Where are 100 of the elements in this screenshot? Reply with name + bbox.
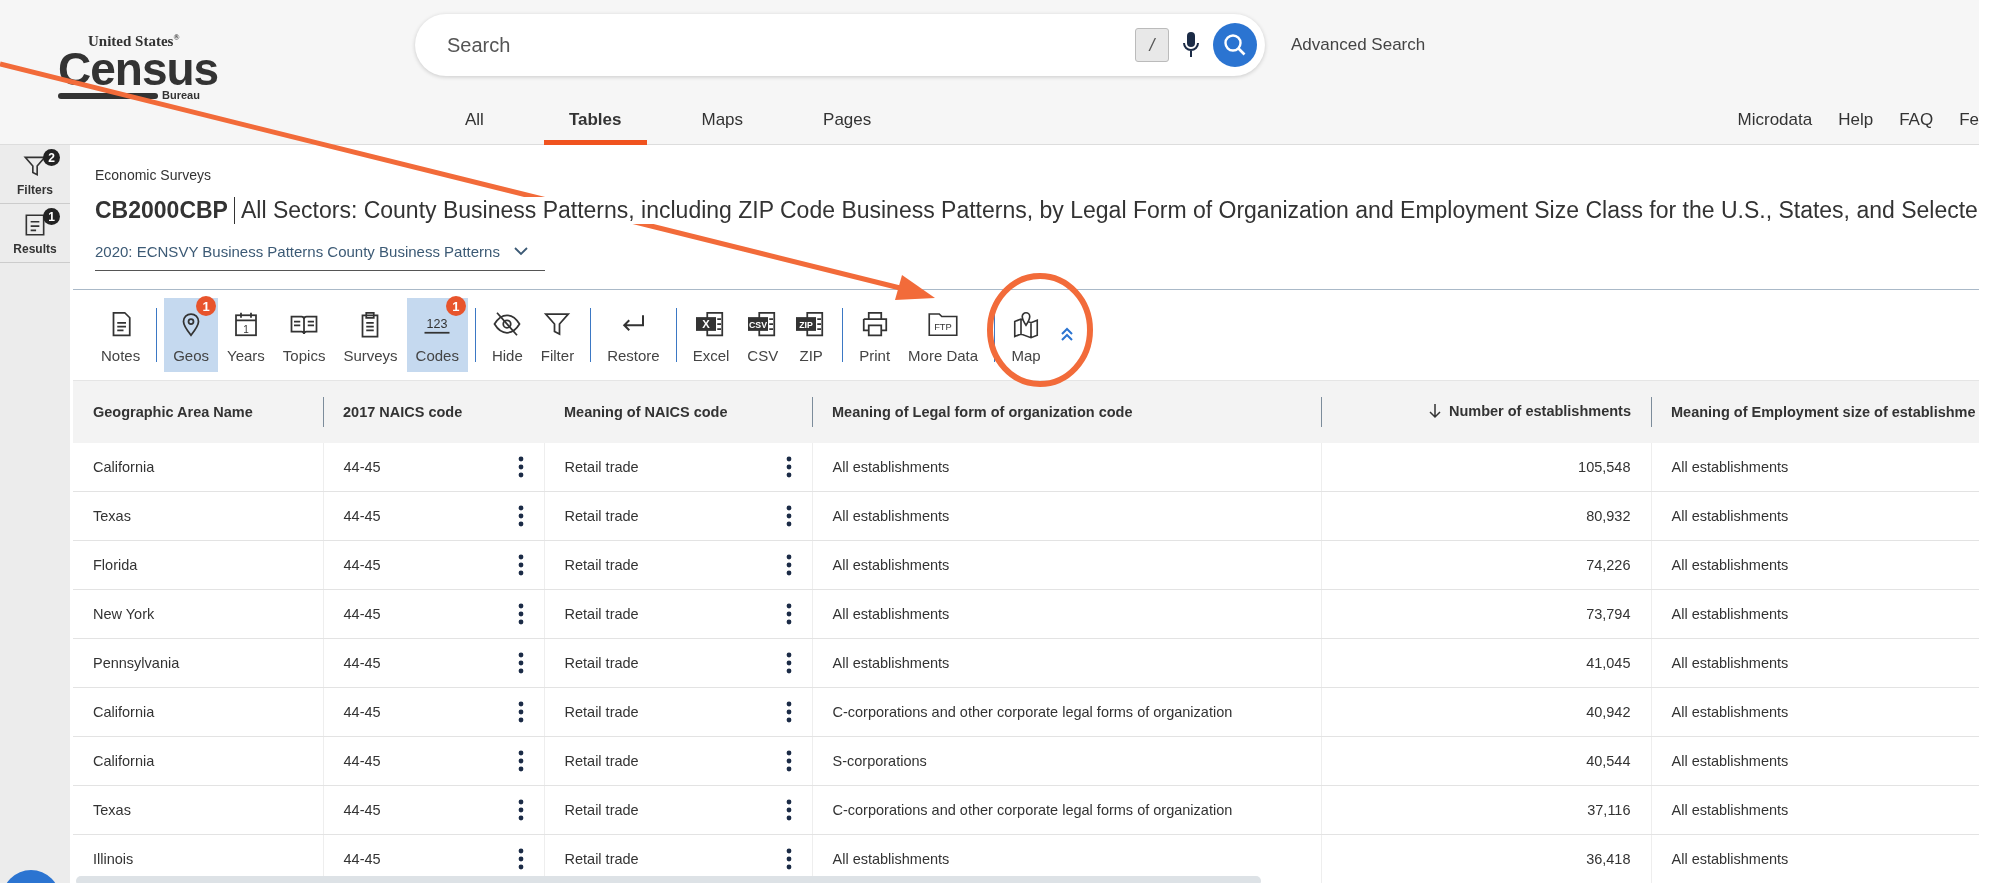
table-cell: Retail trade [564,753,639,769]
sort-arrow-icon[interactable] [1428,402,1441,419]
more-options-icon[interactable] [517,455,524,479]
toolbar-button[interactable]: CSV CSV [738,298,788,372]
search-field[interactable]: Search [445,32,1121,58]
count-badge: 1 [43,208,60,225]
toolbar-button[interactable]: 123 1 Codes [406,298,468,372]
table-cell: S-corporations [832,753,927,769]
table-cell: Texas [93,802,131,818]
toolbar-button[interactable]: Topics [273,298,335,372]
table-cell: Retail trade [564,508,639,524]
table-cell: Retail trade [564,606,639,622]
nav-tab[interactable]: Maps [676,110,769,145]
column-header[interactable]: Meaning of Legal form of organization code [832,404,1133,420]
more-options-icon[interactable] [785,651,792,675]
microphone-icon[interactable] [1183,31,1199,59]
toolbar-button[interactable]: Notes [92,298,150,372]
more-options-icon[interactable] [517,749,524,773]
search-button[interactable] [1213,23,1257,67]
more-options-icon[interactable] [785,798,792,822]
more-options-icon[interactable] [517,553,524,577]
logo-wordmark: Census [58,49,219,91]
results-button[interactable]: 1 Results [0,204,70,263]
nav-link[interactable]: Microdata [1737,110,1813,130]
shortcut-key: / [1135,28,1169,62]
table-cell: 44-45 [343,459,381,475]
more-options-icon[interactable] [785,455,792,479]
hide-icon [492,309,523,339]
table-cell: All establishments [1671,508,1789,524]
search-bar[interactable]: Search / [415,14,1265,76]
table-cell: Retail trade [564,557,639,573]
toolbar-button[interactable]: Map [1002,298,1051,372]
table-cell: New York [93,606,155,622]
table-cell: 80,932 [1586,508,1631,524]
toolbar-button[interactable]: Print [850,298,900,372]
more-options-icon[interactable] [517,798,524,822]
count-badge: 2 [43,149,60,166]
more-options-icon[interactable] [785,749,792,773]
table-cell: All establishments [832,655,950,671]
more-options-icon[interactable] [785,847,792,871]
table-cell: Retail trade [564,655,639,671]
table-cell: All establishments [1671,459,1789,475]
double-chevron-up-icon [1060,325,1075,342]
more-options-icon[interactable] [785,504,792,528]
nav-tab[interactable]: All [435,110,514,145]
toolbar-button[interactable]: Hide [482,298,532,372]
table-cell: All establishments [1671,851,1789,867]
nav-tab[interactable]: Pages [798,110,897,145]
table-cell: 44-45 [343,753,381,769]
toolbar-button[interactable]: Restore [598,298,669,372]
table-cell: 44-45 [343,802,381,818]
table-cell: 37,116 [1587,802,1631,818]
toolbar-button[interactable]: Surveys [334,298,407,372]
nav-tab[interactable]: Tables [543,110,647,145]
count-badge: 1 [196,296,217,316]
table-cell: All establishments [1671,606,1789,622]
logo-text: United States$^{®}$ [88,34,180,49]
table-cell: Retail trade [564,704,639,720]
table-cell: 40,544 [1586,753,1631,769]
more-options-icon[interactable] [785,602,792,626]
toolbar-button[interactable]: ZIP ZIP [787,298,836,372]
more-options-icon[interactable] [785,700,792,724]
logo-subtext: Bureau [162,90,200,102]
column-header[interactable]: Number of establishments [1448,402,1631,419]
table-cell: Pennsylvania [93,655,180,671]
toolbar-button[interactable]: 1 Years [218,298,274,372]
toolbar-button[interactable]: 1 Geos [164,298,219,372]
table-cell: 44-45 [343,606,381,622]
horizontal-scrollbar[interactable] [76,876,1261,883]
toolbar-button[interactable]: FTP More Data [899,298,988,372]
table-cell: California [93,704,155,720]
nav-link[interactable]: Fe [1959,110,1979,130]
dataset-dropdown[interactable]: 2020: ECNSVY Business Patterns County Business Patterns [95,243,545,271]
table-cell: 73,794 [1586,606,1631,622]
more-options-icon[interactable] [517,847,524,871]
table-cell: Retail trade [564,459,639,475]
more-options-icon[interactable] [517,504,524,528]
table-cell: 41,045 [1586,655,1631,671]
table-cell: 74,226 [1586,557,1631,573]
toolbar-button[interactable]: X Excel [683,298,739,372]
column-header[interactable]: Geographic Area Name [93,404,253,420]
nav-link[interactable]: FAQ [1899,110,1934,130]
breadcrumb: Economic Surveys [95,167,212,183]
more-options-icon[interactable] [785,553,792,577]
more-options-icon[interactable] [517,651,524,675]
advanced-search-link[interactable]: Advanced Search [1291,35,1426,55]
column-header[interactable]: 2017 NAICS code [343,404,463,420]
table-cell: All establishments [1671,753,1789,769]
table-cell: 40,942 [1586,704,1631,720]
table-cell: Retail trade [564,851,639,867]
column-header[interactable]: Meaning of NAICS code [564,404,728,420]
table-cell: All establishments [1671,704,1789,720]
table-cell: C-corporations and other corporate legal forms of organization [832,704,1233,720]
table-cell: 44-45 [343,704,381,720]
nav-link[interactable]: Help [1838,110,1874,130]
toolbar-button[interactable]: Filter [531,298,584,372]
more-options-icon[interactable] [517,602,524,626]
filters-button[interactable]: 2 Filters [0,145,70,204]
table-cell: All establishments [832,557,950,573]
more-options-icon[interactable] [517,700,524,724]
